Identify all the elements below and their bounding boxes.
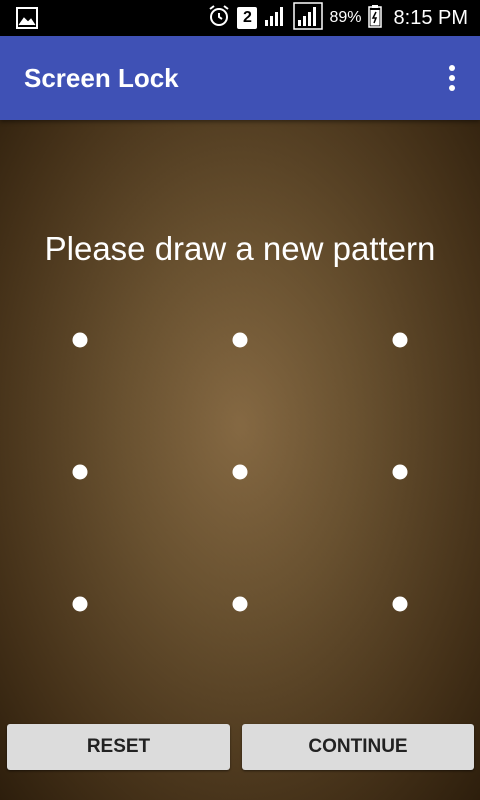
battery-icon [367,4,382,33]
pattern-dot-9[interactable] [392,596,408,612]
pattern-dot-8[interactable] [232,596,248,612]
pattern-dot-6[interactable] [392,464,408,480]
gallery-icon [16,7,38,29]
alarm-icon [207,4,231,33]
pattern-dot-4[interactable] [72,464,88,480]
pattern-dot-3[interactable] [392,332,408,348]
app-bar: Screen Lock [0,36,480,120]
pattern-prompt: Please draw a new pattern [44,230,436,267]
pattern-screen: Please draw a new pattern RESET CONTINUE [0,120,480,800]
battery-percent: 89% [329,9,362,26]
continue-button[interactable]: CONTINUE [242,724,474,770]
signal-icon-2 [293,1,324,35]
reset-button[interactable]: RESET [7,724,230,770]
screen: 2 89% 8:15 PM Screen Lock Please draw a … [0,0,480,800]
sim-2-icon: 2 [237,7,258,29]
overflow-menu-icon[interactable] [438,62,466,94]
pattern-dot-7[interactable] [72,596,88,612]
app-title: Screen Lock [24,63,179,93]
status-bar: 2 89% 8:15 PM [0,0,480,36]
signal-icon [263,4,287,33]
pattern-dot-1[interactable] [72,332,88,348]
pattern-dot-5[interactable] [232,464,248,480]
status-icons: 2 89% 8:15 PM [207,0,468,36]
pattern-dot-2[interactable] [232,332,248,348]
clock: 8:15 PM [393,6,468,29]
